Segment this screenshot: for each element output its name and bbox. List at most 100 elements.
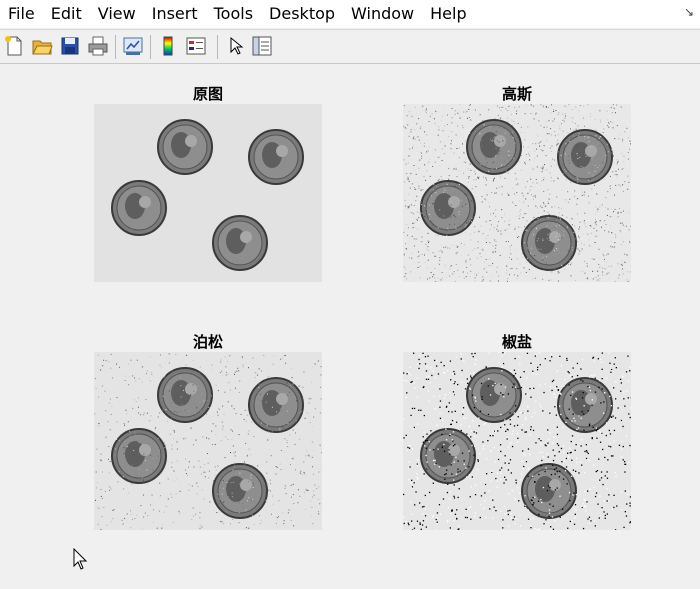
noise-pixel xyxy=(417,423,419,425)
noise-pixel xyxy=(628,229,630,231)
noise-pixel xyxy=(492,435,494,437)
noise-pixel xyxy=(130,359,132,361)
noise-pixel xyxy=(409,366,411,369)
noise-pixel xyxy=(489,126,491,128)
noise-pixel xyxy=(601,204,603,206)
noise-pixel xyxy=(171,462,173,464)
noise-pixel xyxy=(314,494,315,496)
noise-pixel xyxy=(422,520,425,522)
noise-pixel xyxy=(424,262,426,264)
noise-pixel xyxy=(519,215,521,217)
noise-pixel xyxy=(199,466,201,468)
noise-pixel xyxy=(101,497,103,499)
print-icon[interactable] xyxy=(87,35,109,57)
noise-pixel xyxy=(498,153,500,155)
noise-pixel xyxy=(440,361,442,363)
noise-pixel xyxy=(421,155,423,157)
noise-pixel xyxy=(459,104,461,105)
noise-pixel xyxy=(409,466,411,468)
noise-pixel xyxy=(414,189,416,190)
noise-pixel xyxy=(444,474,446,476)
noise-pixel xyxy=(496,149,498,151)
menu-tools[interactable]: Tools xyxy=(206,0,261,28)
menu-help[interactable]: Help xyxy=(422,0,474,28)
noise-pixel xyxy=(243,461,245,463)
noise-pixel xyxy=(471,200,473,202)
menu-view[interactable]: View xyxy=(90,0,144,28)
noise-pixel xyxy=(442,109,444,111)
noise-pixel xyxy=(585,137,587,139)
pointer-icon[interactable] xyxy=(224,35,246,57)
noise-pixel xyxy=(147,451,149,453)
subplot-image-gaussian[interactable] xyxy=(403,104,631,282)
noise-pixel xyxy=(502,352,504,354)
noise-pixel xyxy=(450,205,452,207)
noise-pixel xyxy=(493,250,495,252)
noise-pixel xyxy=(516,278,518,279)
noise-pixel xyxy=(606,273,608,275)
noise-pixel xyxy=(541,451,544,453)
noise-pixel xyxy=(493,230,495,232)
menu-insert[interactable]: Insert xyxy=(144,0,206,28)
noise-pixel xyxy=(528,155,530,157)
subplot-image-original[interactable] xyxy=(94,104,322,282)
noise-pixel xyxy=(568,456,570,458)
noise-pixel xyxy=(421,158,423,159)
link-plot-icon[interactable] xyxy=(122,35,144,57)
noise-pixel xyxy=(223,501,225,502)
noise-pixel xyxy=(405,205,407,207)
noise-pixel xyxy=(320,386,321,388)
noise-pixel xyxy=(561,223,563,225)
noise-pixel xyxy=(497,114,499,116)
noise-pixel xyxy=(221,370,222,372)
noise-pixel xyxy=(623,155,625,157)
menu-window[interactable]: Window xyxy=(343,0,422,28)
noise-pixel xyxy=(297,489,299,491)
noise-pixel xyxy=(578,235,580,237)
noise-pixel xyxy=(609,442,611,445)
noise-pixel xyxy=(292,429,294,431)
noise-pixel xyxy=(533,118,535,120)
noise-pixel xyxy=(595,221,597,223)
noise-pixel xyxy=(548,512,551,514)
noise-pixel xyxy=(302,387,304,388)
menu-file[interactable]: File xyxy=(0,0,43,28)
open-file-icon[interactable] xyxy=(31,35,53,57)
property-editor-icon[interactable] xyxy=(251,35,273,57)
noise-pixel xyxy=(426,376,428,378)
noise-pixel xyxy=(242,503,244,505)
noise-pixel xyxy=(569,520,571,523)
noise-pixel xyxy=(552,379,555,381)
noise-pixel xyxy=(451,169,453,171)
noise-pixel xyxy=(438,263,440,265)
subplot-image-poisson[interactable] xyxy=(94,352,322,530)
noise-pixel xyxy=(627,380,630,382)
new-figure-icon[interactable] xyxy=(3,35,25,57)
coin xyxy=(420,180,476,236)
noise-pixel xyxy=(483,172,485,174)
noise-pixel xyxy=(542,106,544,108)
noise-pixel xyxy=(583,244,585,246)
noise-pixel xyxy=(523,242,525,244)
noise-pixel xyxy=(143,412,145,414)
menu-desktop[interactable]: Desktop xyxy=(261,0,343,28)
noise-pixel xyxy=(137,406,139,408)
noise-pixel xyxy=(516,258,518,260)
noise-pixel xyxy=(571,459,573,461)
legend-icon[interactable] xyxy=(185,35,207,57)
save-icon[interactable] xyxy=(59,35,81,57)
noise-pixel xyxy=(579,226,581,228)
noise-pixel xyxy=(425,447,428,449)
noise-pixel xyxy=(547,189,549,191)
noise-pixel xyxy=(454,513,457,515)
noise-pixel xyxy=(460,429,462,432)
noise-pixel xyxy=(124,517,126,519)
noise-pixel xyxy=(508,228,510,229)
noise-pixel xyxy=(540,465,542,467)
menu-edit[interactable]: Edit xyxy=(43,0,90,28)
noise-pixel xyxy=(424,363,427,365)
noise-pixel xyxy=(185,469,187,471)
dock-arrow-icon[interactable]: ↘ xyxy=(684,5,694,19)
subplot-image-salt-pepper[interactable] xyxy=(403,352,631,530)
colorbar-icon[interactable] xyxy=(157,35,179,57)
